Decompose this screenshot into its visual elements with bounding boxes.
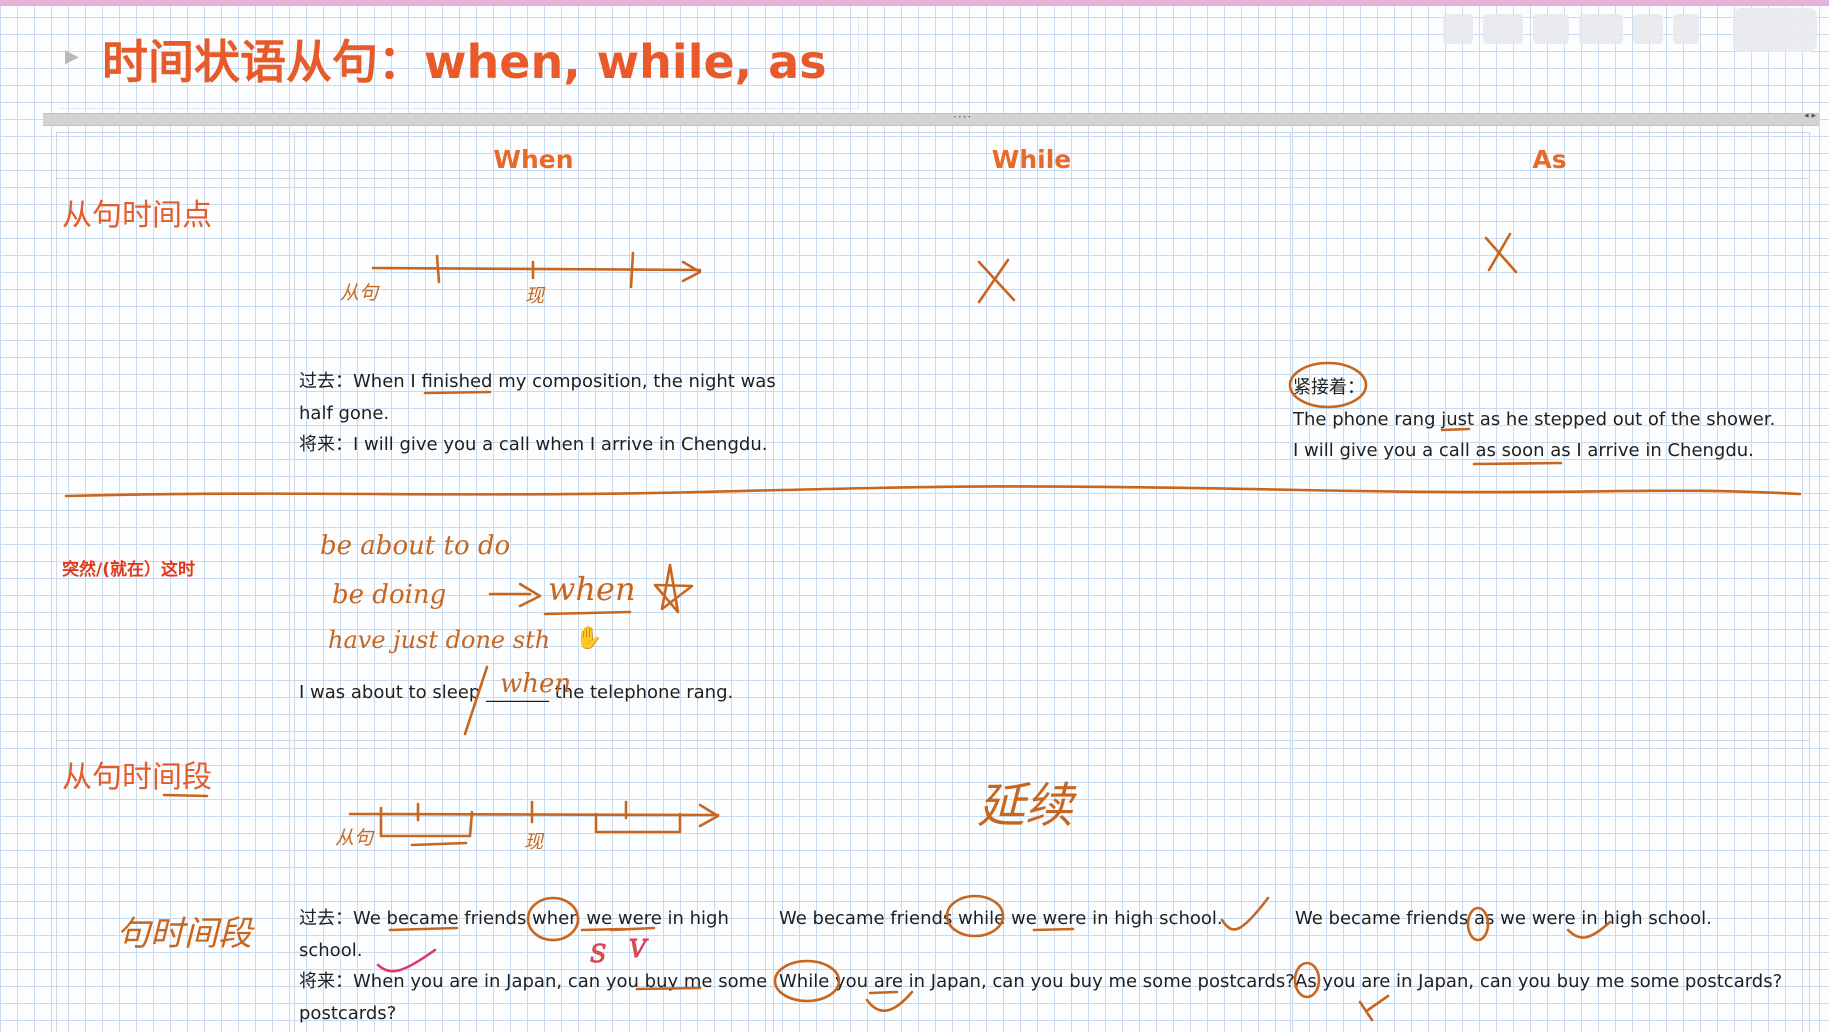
hand-cursor-icon: ✋ (575, 626, 603, 651)
as-point-line1: The phone rang just as he stepped out of… (1293, 408, 1776, 430)
title-bar: ▶ 时间状语从句：when, while, as (60, 16, 859, 109)
as-period-text: We became friends as we were in high sch… (1295, 903, 1782, 998)
as-period-line2: As you are in Japan, can you buy me some… (1295, 971, 1783, 992)
when-point-line2: half gone. (299, 402, 390, 424)
splitter-arrows-icon[interactable]: ◂ ▸ (1804, 111, 1816, 121)
column-header-while: While (991, 145, 1072, 174)
when-point-text: 过去：When I finished my composition, the n… (299, 366, 776, 461)
column-header-as: As (1532, 145, 1567, 174)
as-point-line2: I will give you a call as soon as I arri… (1293, 440, 1754, 461)
when-period-line3: 将来：When you are in Japan, can you buy me… (299, 971, 768, 992)
when-sudden-text: I was about to sleep _______ the telepho… (299, 682, 734, 703)
horizontal-splitter[interactable]: ···· ◂ ▸ (43, 110, 1819, 126)
comparison-table: When While As 从句时间点 突然/(就在）这时 从句时间段 (56, 132, 1810, 1032)
column-header-when: When (493, 145, 574, 174)
when-period-line1: 过去：We became friends when we were in hig… (299, 908, 729, 929)
watermark-logo (1443, 8, 1817, 52)
as-point-tag: 紧接着： (1293, 377, 1365, 398)
row-label-time-point: 从句时间点 (62, 198, 212, 233)
as-period-line1: We became friends as we were in high sch… (1295, 908, 1712, 929)
collapse-arrow-icon[interactable]: ▶ (65, 46, 79, 67)
while-period-line1: We became friends while we were in high … (779, 908, 1223, 929)
row-label-time-period: 从句时间段 (62, 760, 212, 795)
while-period-text: We became friends while we were in high … (779, 903, 1295, 998)
as-point-text: 紧接着： The phone rang just as he stepped o… (1293, 372, 1775, 467)
splitter-grip-icon[interactable]: ···· (953, 110, 972, 124)
while-period-line2: While you are in Japan, can you buy me s… (779, 971, 1295, 992)
when-point-line3: 将来：I will give you a call when I arrive … (299, 434, 768, 455)
when-period-text: 过去：We became friends when we were in hig… (299, 903, 767, 1029)
when-point-line1: 过去：When I finished my composition, the n… (299, 371, 776, 392)
row-label-sudden: 突然/(就在）这时 (62, 560, 195, 580)
page-title: 时间状语从句：when, while, as (102, 35, 827, 89)
when-period-line4: postcards? (299, 1002, 397, 1024)
when-period-line2: school. (299, 939, 363, 961)
